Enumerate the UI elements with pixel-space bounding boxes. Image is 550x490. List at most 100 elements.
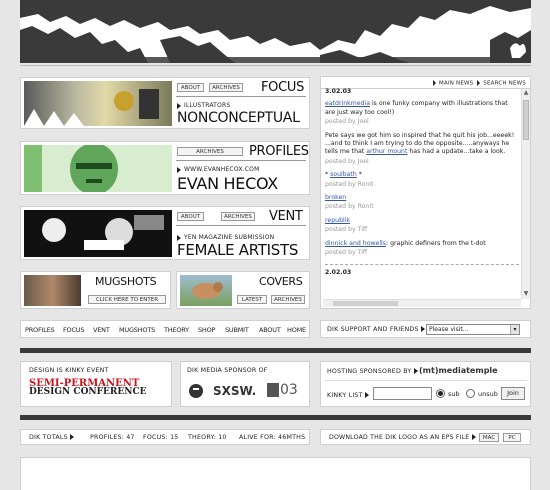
- sub-radio[interactable]: [436, 389, 445, 398]
- world-map-icon: [20, 0, 531, 63]
- vent-about-button[interactable]: ABOUT: [177, 212, 204, 221]
- illustration-icon: [24, 89, 159, 126]
- footer-panel: [20, 457, 531, 490]
- news-link[interactable]: republik: [325, 217, 350, 224]
- scroll-thumb[interactable]: [523, 100, 529, 140]
- news-byline: posted by Joel: [325, 157, 369, 165]
- kinky-event-label: DESIGN IS KINKY EVENT: [29, 367, 109, 374]
- divider-bar: [20, 415, 531, 420]
- support-bar: DIK SUPPORT AND FRIENDS Please visit... …: [320, 320, 531, 338]
- divider: [325, 263, 519, 265]
- arrow-right-icon: [177, 102, 181, 109]
- totals-profiles: PROFILES: 47: [90, 434, 135, 441]
- pc-download-button[interactable]: PC: [503, 433, 521, 442]
- totals-bar: DIK TOTALS PROFILES: 47 FOCUS: 15 THEORY…: [20, 429, 310, 445]
- nav-home[interactable]: HOME: [287, 326, 306, 334]
- divider: [20, 65, 531, 66]
- focus-feature: ABOUT ARCHIVES FOCUS ILLUSTRATORS NONCON…: [20, 77, 310, 129]
- mugshots-enter-button[interactable]: CLICK HERE TO ENTER: [88, 295, 166, 304]
- search-news-link[interactable]: SEARCH NEWS: [483, 81, 526, 87]
- nav-about[interactable]: ABOUT: [259, 326, 281, 334]
- focus-archives-button[interactable]: ARCHIVES: [209, 83, 243, 92]
- news-link[interactable]: broken: [325, 194, 346, 201]
- news-link[interactable]: arthur mount: [366, 148, 407, 155]
- semi-permanent-logo[interactable]: SEMI-PERMANENT DESIGN CONFERENCE: [29, 379, 169, 397]
- mugshots-panel: MUGSHOTS CLICK HERE TO ENTER: [20, 271, 171, 309]
- news-byline: posted by Joel: [325, 118, 369, 126]
- download-label: DOWNLOAD THE DIK LOGO AS AN EPS FILE: [329, 434, 479, 441]
- vent-archives-button[interactable]: ARCHIVES: [221, 212, 255, 221]
- arrow-right-icon: [471, 434, 476, 440]
- nav-focus[interactable]: FOCUS: [63, 326, 84, 334]
- arrow-right-icon: [420, 326, 425, 332]
- news-date: 2.02.03: [325, 268, 352, 276]
- news-link[interactable]: soulbath: [330, 171, 357, 178]
- profiles-headline[interactable]: EVAN HECOX: [177, 174, 278, 193]
- kinky-event-panel: DESIGN IS KINKY EVENT SEMI-PERMANENT DES…: [20, 361, 172, 407]
- news-scrollbar[interactable]: ▲ ▼: [521, 89, 530, 299]
- news-nav: MAIN NEWS SEARCH NEWS: [433, 80, 526, 87]
- main-news-link[interactable]: MAIN NEWS: [439, 81, 473, 87]
- news-link[interactable]: eatdrinkmedia: [325, 100, 370, 107]
- news-text: has had a update...take a look.: [407, 148, 506, 156]
- cover-photo[interactable]: [180, 275, 232, 306]
- focus-about-button[interactable]: ABOUT: [177, 83, 204, 92]
- scroll-up-icon[interactable]: ▲: [522, 89, 530, 98]
- covers-panel: COVERS LATEST ARCHIVES: [176, 271, 310, 309]
- radio-dot-icon: [438, 391, 443, 396]
- o3-box-icon: [267, 383, 279, 397]
- media-sponsor-panel: DIK MEDIA SPONSOR OF SXSW. 03: [180, 361, 310, 407]
- news-post: Pete says we got him so inspired that he…: [325, 132, 519, 157]
- vent-title: VENT: [269, 209, 303, 224]
- support-select[interactable]: Please visit... ▾: [426, 324, 520, 335]
- profiles-image[interactable]: [24, 145, 172, 192]
- nav-theory[interactable]: THEORY: [164, 326, 189, 334]
- nav-submit[interactable]: SUBMIT: [225, 326, 249, 334]
- arrow-right-icon: [177, 234, 181, 241]
- hosting-panel: HOSTING SPONSORED BY (mt)mediatemple KIN…: [320, 361, 531, 407]
- divider: [176, 96, 306, 97]
- news-byline: posted by Tiff: [325, 226, 368, 234]
- news-text: : graphic definers from the t-dot: [386, 239, 486, 247]
- divider: [176, 160, 306, 161]
- nav-vent[interactable]: VENT: [93, 326, 110, 334]
- unsub-radio[interactable]: [466, 389, 475, 398]
- face-logo-icon[interactable]: [189, 382, 203, 400]
- sub-label: sub: [448, 390, 460, 398]
- focus-headline[interactable]: NONCONCEPTUAL: [177, 110, 300, 126]
- chevron-down-icon[interactable]: ▾: [510, 325, 519, 334]
- profiles-subtitle: WWW.EVANHECOX.COM: [177, 166, 259, 173]
- portrait-icon: [24, 145, 118, 192]
- news-hscrollbar[interactable]: [323, 299, 521, 307]
- vent-sub-label: YEN MAGAZINE SUBMISSION: [184, 234, 275, 241]
- sxsw-logo[interactable]: SXSW.: [213, 384, 256, 398]
- arrow-right-icon: [364, 392, 369, 398]
- scroll-down-icon[interactable]: ▼: [522, 290, 530, 299]
- covers-title: COVERS: [259, 275, 303, 288]
- nav-profiles[interactable]: PROFILES: [25, 326, 55, 334]
- news-link[interactable]: dinnick and howells: [325, 240, 386, 247]
- covers-archives-button[interactable]: ARCHIVES: [271, 295, 305, 304]
- focus-image[interactable]: [24, 81, 172, 126]
- vent-image[interactable]: [24, 210, 172, 257]
- profiles-archives-button[interactable]: ARCHIVES: [177, 147, 243, 156]
- mac-download-button[interactable]: MAC: [479, 433, 499, 442]
- join-button[interactable]: Join: [501, 387, 525, 400]
- mugshot-photo[interactable]: [24, 275, 81, 306]
- o3-logo[interactable]: 03: [267, 382, 298, 398]
- vent-headline[interactable]: FEMALE ARTISTS: [177, 241, 298, 259]
- mediatemple-logo[interactable]: (mt)mediatemple: [419, 366, 498, 375]
- main-nav: PROFILES FOCUS VENT MUGSHOTS THEORY SHOP…: [20, 320, 310, 338]
- nav-mugshots[interactable]: MUGSHOTS: [119, 326, 155, 334]
- news-post: broken: [325, 194, 519, 202]
- nav-shop[interactable]: SHOP: [198, 326, 215, 334]
- focus-title: FOCUS: [261, 80, 305, 95]
- mugshots-title: MUGSHOTS: [95, 275, 157, 288]
- news-post: eatdrinkmedia is one funky company with …: [325, 100, 519, 117]
- covers-latest-button[interactable]: LATEST: [237, 295, 267, 304]
- focus-subtitle: ILLUSTRATORS: [177, 102, 230, 109]
- news-byline: posted by Tiff: [325, 249, 368, 257]
- hscroll-thumb[interactable]: [333, 301, 398, 306]
- email-field[interactable]: [373, 387, 432, 400]
- vent-feature: ABOUT ARCHIVES VENT YEN MAGAZINE SUBMISS…: [20, 206, 310, 260]
